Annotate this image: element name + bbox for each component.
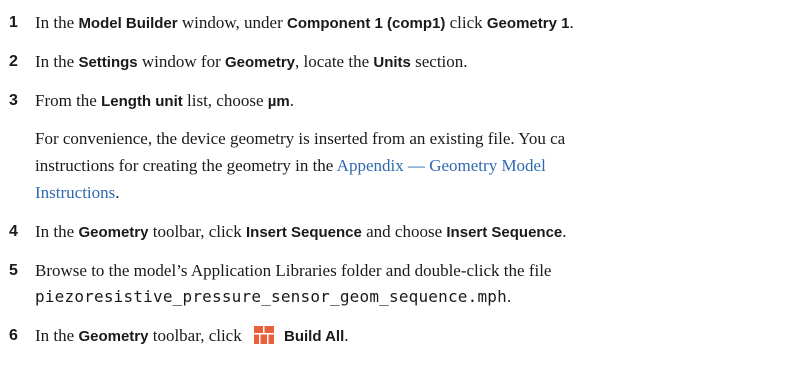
step-number: 3 bbox=[9, 92, 18, 109]
note-line-3: Instructions. bbox=[35, 183, 120, 202]
ui-label-model-builder: Model Builder bbox=[78, 15, 178, 32]
filename: piezoresistive_pressure_sensor_geom_sequ… bbox=[35, 287, 507, 306]
appendix-link-continued[interactable]: Instructions bbox=[35, 183, 115, 202]
note-line-1: For convenience, the device geometry is … bbox=[35, 129, 566, 148]
ui-label-geometry: Geometry bbox=[78, 328, 149, 345]
ui-label-units: Units bbox=[373, 54, 411, 71]
ui-label-micrometer: µm bbox=[267, 93, 290, 110]
step-number: 6 bbox=[9, 327, 18, 344]
step-number: 1 bbox=[9, 14, 18, 31]
appendix-link[interactable]: Appendix — Geometry Model bbox=[337, 156, 546, 175]
step-5-filename-line: piezoresistive_pressure_sensor_geom_sequ… bbox=[35, 287, 512, 306]
ui-label-geometry: Geometry bbox=[224, 54, 296, 71]
document-page: 1 In the Model Builder window, under Com… bbox=[9, 13, 574, 345]
ui-label-geometry-1: Geometry 1 bbox=[486, 15, 570, 32]
ui-label-insert-sequence-option: Insert Sequence bbox=[446, 224, 563, 241]
ui-label-geometry: Geometry bbox=[78, 224, 149, 241]
ui-label-insert-sequence: Insert Sequence bbox=[245, 224, 362, 241]
ui-label-settings: Settings bbox=[78, 54, 138, 71]
step-number: 4 bbox=[9, 223, 18, 240]
step-number: 2 bbox=[9, 53, 18, 70]
build-all-icon bbox=[253, 326, 274, 344]
ui-label-length-unit: Length unit bbox=[101, 93, 183, 110]
ui-label-build-all: Build All bbox=[283, 328, 345, 345]
step-number: 5 bbox=[9, 262, 18, 279]
note-line-2: instructions for creating the geometry i… bbox=[35, 156, 546, 175]
ui-label-component: Component 1 (comp1) bbox=[287, 15, 446, 32]
